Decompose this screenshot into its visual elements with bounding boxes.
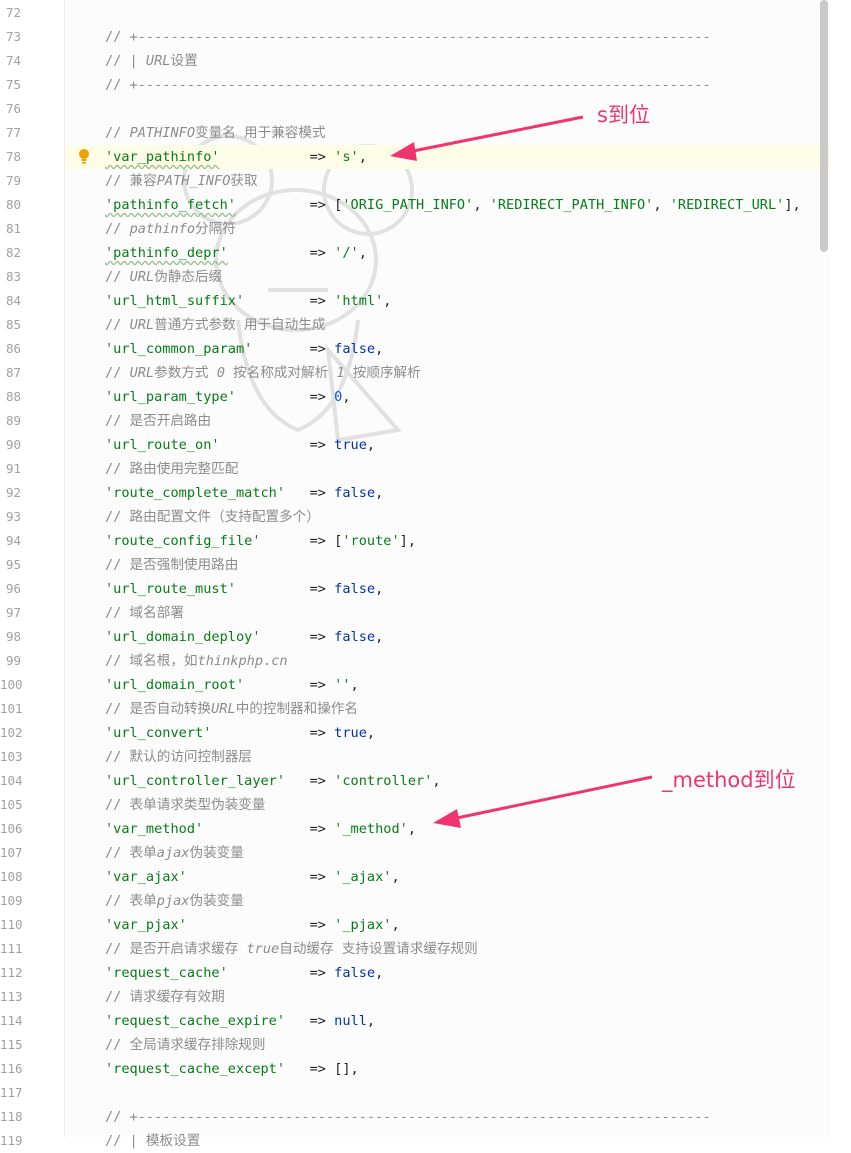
arrow-to-line-106 [433, 775, 653, 828]
annotation-arrows [390, 115, 653, 828]
arrow-to-line-78 [390, 115, 584, 161]
annotation-s: s到位 [597, 103, 650, 127]
annotation-method: _method到位 [662, 768, 796, 792]
